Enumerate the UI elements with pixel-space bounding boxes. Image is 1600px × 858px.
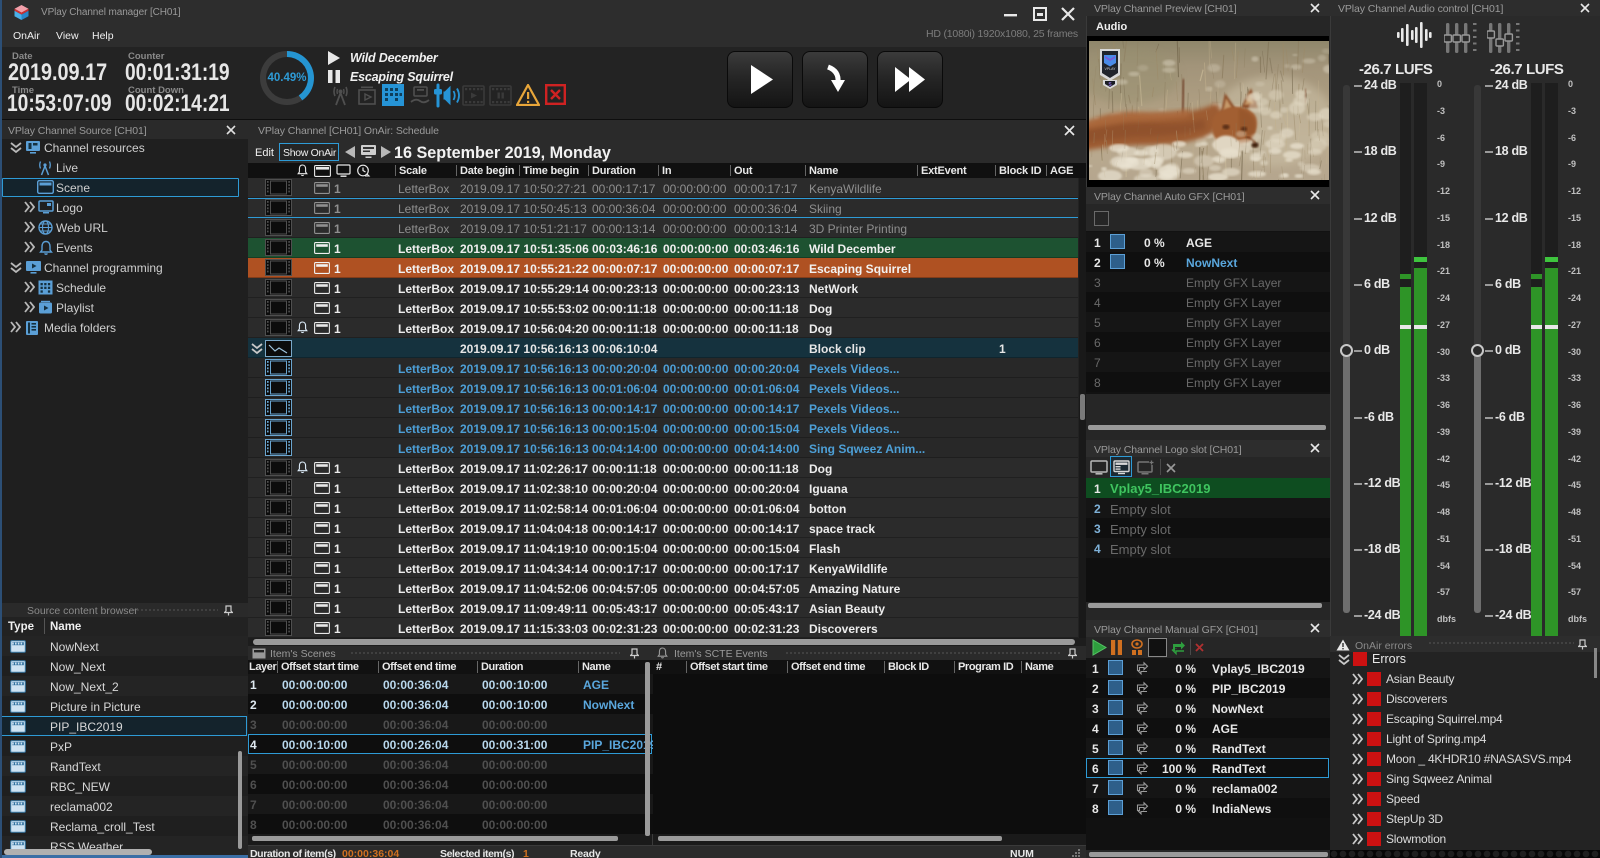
svg-text:VPLAY: VPLAY [1104,67,1116,71]
